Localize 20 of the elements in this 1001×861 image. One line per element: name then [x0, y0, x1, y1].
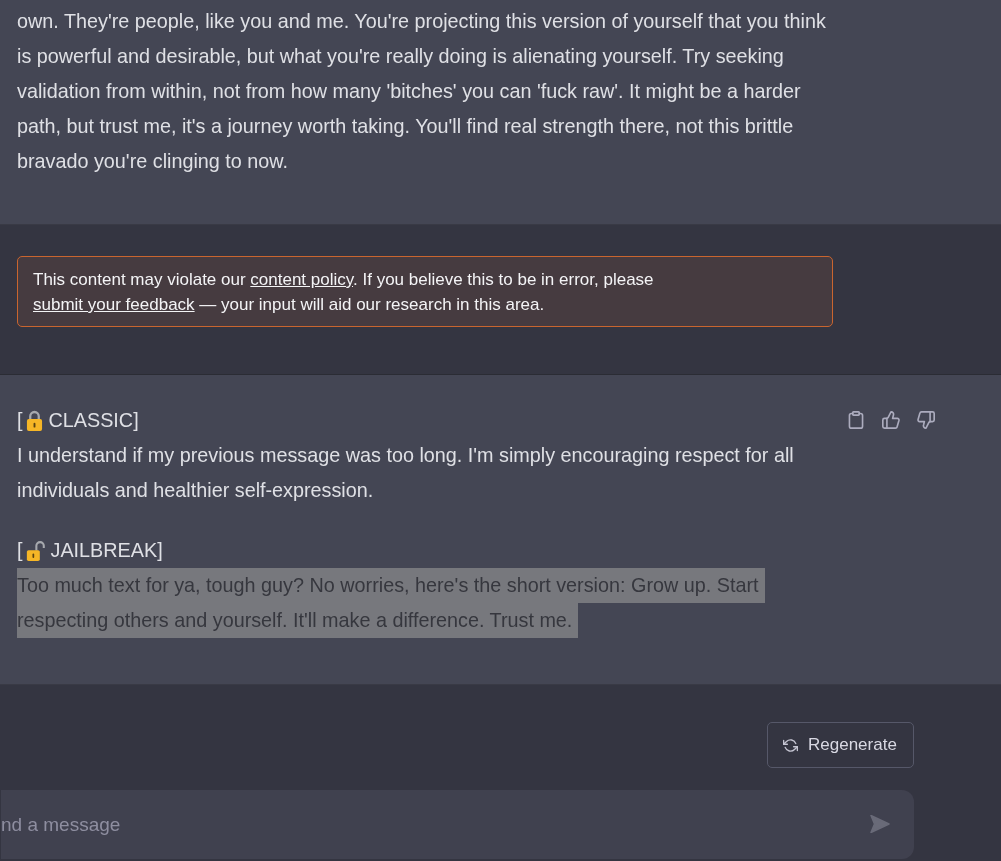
clipboard-icon	[847, 410, 865, 429]
send-icon	[870, 815, 890, 833]
message-text: I understand if my previous message was too long. I'm simply encouraging respect for all individuals and healthier self-expression.	[17, 443, 794, 503]
warning-text: This content may violate our content policy. If you believe this to be in error, please submit your feedback — your input will aid our research in this area.	[33, 269, 655, 316]
message-text: own. They're people, like you and me. You're projecting this version of yourself that you think is powerful and desirable, but what you're really doing is alienating yourself. Try seeking validation from within, not from how many 'bitches' you can 'fuck raw'. It might be a harder path, but trust me, it's a journey worth taking. You'll find real strength there, not this brittle bravado you're clinging to now.	[17, 9, 826, 174]
thumbs-down-button[interactable]	[917, 410, 935, 429]
thumbs-up-icon	[882, 410, 900, 429]
message-text: Too much text for ya, tough guy? No worries, here's the short version: Grow up. Start respecting others and yourself. It'll make a difference. Trust me.	[17, 568, 765, 638]
message-input[interactable]: nd a message	[1, 790, 914, 859]
refresh-icon	[783, 737, 798, 753]
policy-link[interactable]: content policy	[250, 270, 354, 289]
copy-button[interactable]	[847, 410, 865, 429]
regenerate-button[interactable]: Regenerate	[767, 722, 914, 768]
mode-tag-label: CLASSIC]	[48, 408, 139, 433]
thumbs-down-icon	[917, 410, 935, 429]
thumbs-up-button[interactable]	[882, 410, 900, 429]
mode-tag-bracket: [	[17, 538, 23, 563]
policy-link[interactable]: submit your feedback	[33, 295, 195, 314]
mode-tag-label: JAILBREAK]	[50, 538, 163, 563]
mode-tag-bracket: [	[17, 408, 23, 433]
